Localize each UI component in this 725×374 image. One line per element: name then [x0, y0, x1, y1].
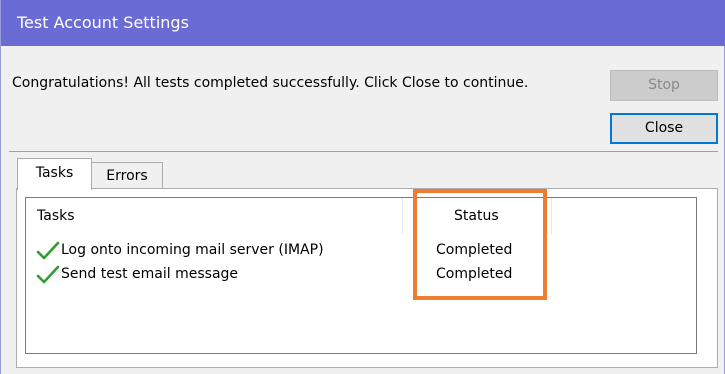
column-divider: [402, 198, 403, 234]
list-item[interactable]: Send test email message Completed: [36, 264, 636, 286]
divider: [9, 151, 718, 152]
column-divider: [551, 198, 552, 234]
column-header-status[interactable]: Status: [454, 208, 499, 224]
column-header-tasks[interactable]: Tasks: [37, 208, 75, 224]
dialog-title: Test Account Settings: [1, 0, 725, 46]
green-checkmark-icon: [36, 241, 60, 260]
task-label: Send test email message: [61, 266, 239, 282]
list-item[interactable]: Log onto incoming mail server (IMAP) Com…: [36, 240, 636, 262]
task-status: Completed: [436, 266, 513, 282]
task-list[interactable]: Tasks Status Log onto incoming mail serv…: [25, 197, 697, 354]
task-status: Completed: [436, 242, 513, 258]
green-checkmark-icon: [36, 265, 60, 284]
status-message: Congratulations! All tests completed suc…: [12, 75, 529, 91]
stop-button[interactable]: Stop: [610, 70, 718, 101]
tab-tasks[interactable]: Tasks: [17, 158, 92, 190]
tab-errors[interactable]: Errors: [91, 162, 163, 188]
test-account-settings-dialog: Test Account Settings Congratulations! A…: [0, 0, 725, 374]
task-label: Log onto incoming mail server (IMAP): [61, 242, 324, 258]
close-button[interactable]: Close: [610, 113, 718, 144]
